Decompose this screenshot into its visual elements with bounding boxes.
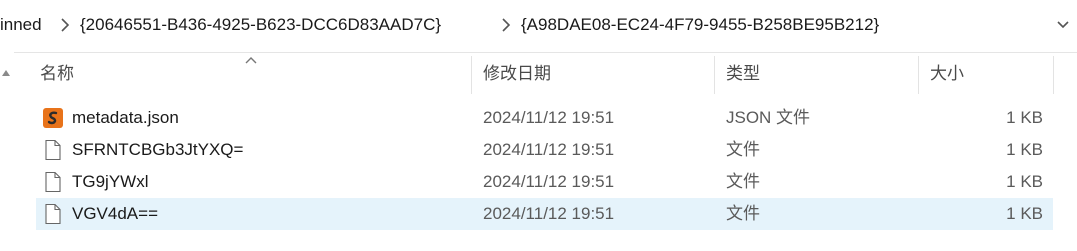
column-header-bar: 名称 修改日期 类型 大小 [14,52,1077,96]
file-name: SFRNTCBGb3JtYXQ= [72,140,244,159]
file-size: 1 KB [1006,140,1043,159]
file-modified: 2024/11/12 19:51 [483,140,615,159]
column-divider[interactable] [714,56,715,94]
breadcrumb-item-guid-1[interactable]: {20646551-B436-4925-B623-DCC6D83AAD7C} [80,13,441,37]
file-name: metadata.json [72,108,179,127]
file-name: TG9jYWxl [72,172,149,191]
column-divider[interactable] [471,56,472,94]
file-type: JSON 文件 [726,108,811,127]
file-type: 文件 [726,204,760,223]
navigation-pane-edge [0,52,14,251]
chevron-right-icon[interactable] [58,17,72,33]
file-icon [42,171,64,193]
file-icon [42,203,64,225]
file-row[interactable]: TG9jYWxl 2024/11/12 19:51 文件 1 KB [36,166,1053,198]
column-header-type[interactable]: 类型 [726,52,760,96]
file-row-selected[interactable]: VGV4dA== 2024/11/12 19:51 文件 1 KB [36,198,1053,230]
chevron-right-icon[interactable] [499,17,513,33]
file-name: VGV4dA== [72,204,159,223]
file-row[interactable]: metadata.json 2024/11/12 19:51 JSON 文件 1… [36,102,1053,134]
column-divider[interactable] [918,56,919,94]
json-file-icon [42,107,64,129]
file-size: 1 KB [1006,172,1043,191]
file-size: 1 KB [1006,204,1043,223]
breadcrumb-item-guid-2[interactable]: {A98DAE08-EC24-4F79-9455-B258BE95B212} [521,13,879,37]
column-header-size[interactable]: 大小 [930,52,964,96]
file-type: 文件 [726,172,760,191]
file-size: 1 KB [1006,108,1043,127]
file-icon [42,139,64,161]
file-modified: 2024/11/12 19:51 [483,172,615,191]
breadcrumb-item-pinned[interactable]: inned [0,13,42,37]
file-modified: 2024/11/12 19:51 [483,108,615,127]
scroll-up-icon[interactable] [2,70,10,76]
file-row[interactable]: SFRNTCBGb3JtYXQ= 2024/11/12 19:51 文件 1 K… [36,134,1053,166]
file-type: 文件 [726,140,760,159]
file-modified: 2024/11/12 19:51 [483,204,615,223]
address-history-button[interactable] [1052,14,1074,38]
sort-ascending-icon [245,56,257,64]
breadcrumb: inned {20646551-B436-4925-B623-DCC6D83AA… [0,0,1077,53]
column-divider[interactable] [1053,56,1054,94]
column-header-modified[interactable]: 修改日期 [483,52,551,96]
chevron-down-icon [1052,20,1074,30]
column-header-name[interactable]: 名称 [40,52,74,96]
